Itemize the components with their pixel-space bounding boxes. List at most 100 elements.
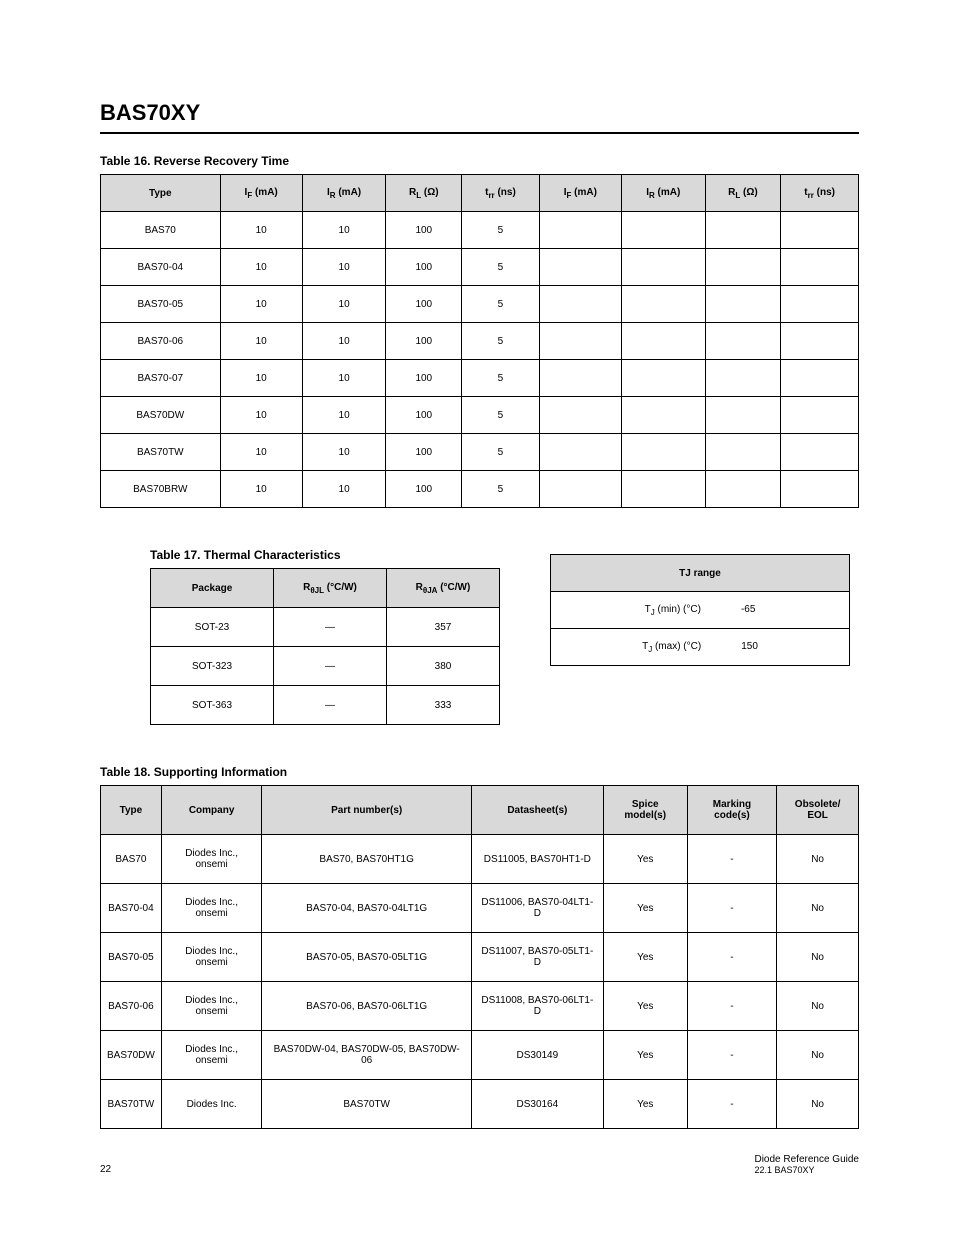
- table-cell: —: [274, 647, 387, 686]
- table-cell: [705, 323, 781, 360]
- table-cell: [705, 249, 781, 286]
- table-cell: -: [687, 982, 776, 1031]
- table-row: BAS70-0410101005: [101, 249, 859, 286]
- table16-header-cell: IR (mA): [302, 175, 386, 212]
- table-cell: BAS70-06: [101, 323, 221, 360]
- table18-header-cell: Part number(s): [262, 786, 472, 835]
- table-row: TJ (min) (°C)-65: [551, 592, 850, 629]
- table-cell: 100: [386, 434, 462, 471]
- table16-header-cell: trr (ns): [781, 175, 859, 212]
- table-cell: [539, 360, 621, 397]
- table-cell: [621, 471, 705, 508]
- table-cell: SOT-363: [151, 686, 274, 725]
- table-cell: DS11007, BAS70-05LT1-D: [471, 933, 603, 982]
- table-cell: Diodes Inc., onsemi: [161, 982, 262, 1031]
- table-cell: No: [777, 1031, 859, 1080]
- page-number: 22: [100, 1164, 111, 1175]
- table-cell: SOT-323: [151, 647, 274, 686]
- table18-header-cell: Spice model(s): [603, 786, 687, 835]
- table-cell: BAS70-06: [101, 982, 162, 1031]
- table-cell: 10: [220, 286, 302, 323]
- table-cell: [539, 286, 621, 323]
- table-cell: Diodes Inc., onsemi: [161, 933, 262, 982]
- table-cell: 100: [386, 360, 462, 397]
- table-cell: 100: [386, 397, 462, 434]
- table-cell: [539, 249, 621, 286]
- table-cell: BAS70-04: [101, 249, 221, 286]
- table-cell: 10: [302, 471, 386, 508]
- table-cell: BAS70TW: [101, 1080, 162, 1129]
- table16-header-cell: IF (mA): [220, 175, 302, 212]
- table-cell: 10: [220, 212, 302, 249]
- table-row: BAS70DWDiodes Inc., onsemiBAS70DW-04, BA…: [101, 1031, 859, 1080]
- table-cell: [781, 286, 859, 323]
- table-cell: DS11008, BAS70-06LT1-D: [471, 982, 603, 1031]
- table-row: BAS7010101005: [101, 212, 859, 249]
- table17-title: Table 17. Thermal Characteristics: [150, 548, 500, 562]
- table18-header-cell: Company: [161, 786, 262, 835]
- table-cell: [781, 434, 859, 471]
- table-cell: No: [777, 933, 859, 982]
- table-cell: No: [777, 835, 859, 884]
- table-cell: BAS70-05, BAS70-05LT1G: [262, 933, 472, 982]
- table-cell: 10: [302, 397, 386, 434]
- table-cell: Yes: [603, 884, 687, 933]
- table-cell: [621, 286, 705, 323]
- table-cell: BAS70DW-04, BAS70DW-05, BAS70DW-06: [262, 1031, 472, 1080]
- table18: TypeCompanyPart number(s)Datasheet(s)Spi…: [100, 785, 859, 1129]
- table-cell: 10: [220, 323, 302, 360]
- table-cell: Yes: [603, 835, 687, 884]
- table-row: BAS70-0610101005: [101, 323, 859, 360]
- table-cell: [539, 471, 621, 508]
- table-row: SOT-363—333: [151, 686, 500, 725]
- table-cell: 100: [386, 249, 462, 286]
- table-cell: [705, 434, 781, 471]
- table-cell: 10: [220, 434, 302, 471]
- table-cell: 5: [462, 471, 540, 508]
- table-cell: BAS70-06, BAS70-06LT1G: [262, 982, 472, 1031]
- table16-header-cell: RL (Ω): [705, 175, 781, 212]
- table-cell: -: [687, 1031, 776, 1080]
- table-row: SOT-323—380: [151, 647, 500, 686]
- table-cell: Yes: [603, 982, 687, 1031]
- table-row: BAS70TWDiodes Inc.BAS70TWDS30164Yes-No: [101, 1080, 859, 1129]
- table-cell: Diodes Inc., onsemi: [161, 884, 262, 933]
- table16-header-cell: IR (mA): [621, 175, 705, 212]
- table-cell: BAS70DW: [101, 1031, 162, 1080]
- table-cell: 5: [462, 249, 540, 286]
- table-cell: BAS70-04: [101, 884, 162, 933]
- table-cell: [781, 471, 859, 508]
- table18-header-cell: Obsolete/ EOL: [777, 786, 859, 835]
- table-cell: BAS70DW: [101, 397, 221, 434]
- table-cell: —: [274, 686, 387, 725]
- table-cell: DS30164: [471, 1080, 603, 1129]
- table16-header-cell: RL (Ω): [386, 175, 462, 212]
- table-cell: Yes: [603, 1031, 687, 1080]
- table-cell: 5: [462, 286, 540, 323]
- table-cell: [781, 397, 859, 434]
- table-cell: 10: [220, 397, 302, 434]
- table-cell: 10: [302, 286, 386, 323]
- page-title: BAS70XY: [100, 100, 859, 126]
- table18-header-cell: Datasheet(s): [471, 786, 603, 835]
- table-row: TJ (max) (°C)150: [551, 629, 850, 666]
- table-cell: 333: [387, 686, 500, 725]
- table-cell: 100: [386, 471, 462, 508]
- table-cell: 10: [220, 360, 302, 397]
- table17: PackageRθJL (°C/W)RθJA (°C/W) SOT-23—357…: [150, 568, 500, 725]
- table-cell: [539, 212, 621, 249]
- table-row: BAS70DW10101005: [101, 397, 859, 434]
- table-cell: 10: [302, 360, 386, 397]
- footer-section: 22.1 BAS70XY: [754, 1165, 859, 1175]
- table-cell: -: [687, 835, 776, 884]
- table16-header-cell: trr (ns): [462, 175, 540, 212]
- table-cell: DS11005, BAS70HT1-D: [471, 835, 603, 884]
- table-cell: 5: [462, 434, 540, 471]
- table-cell: 100: [386, 286, 462, 323]
- table-cell: Diodes Inc., onsemi: [161, 1031, 262, 1080]
- table-row: BAS70-04Diodes Inc., onsemiBAS70-04, BAS…: [101, 884, 859, 933]
- table-cell: [621, 360, 705, 397]
- table-cell: [781, 360, 859, 397]
- table-cell: 5: [462, 212, 540, 249]
- table18-header-cell: Type: [101, 786, 162, 835]
